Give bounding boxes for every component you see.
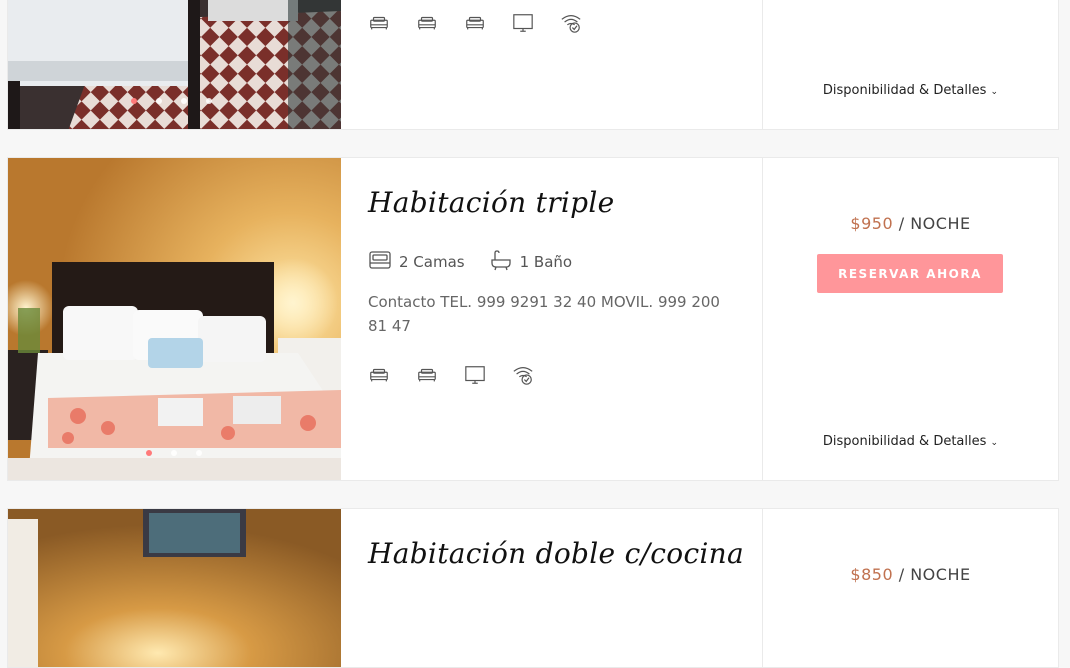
room-photo[interactable] — [8, 509, 341, 667]
room-side: Disponibilidad & Detalles ⌄ — [762, 0, 1058, 129]
bed-icon — [368, 248, 392, 276]
carousel-dot[interactable] — [181, 98, 187, 104]
bed-icon — [368, 364, 390, 390]
room-photo-image — [8, 509, 341, 667]
carousel-dot[interactable] — [146, 450, 152, 456]
room-side: $950 / NOCHE RESERVAR AHORA Disponibilid… — [762, 158, 1058, 480]
room-info — [368, 0, 762, 129]
price-unit: / NOCHE — [893, 214, 971, 233]
room-specs: 2 Camas 1 Baño — [368, 248, 572, 276]
bathtub-icon — [489, 248, 513, 276]
bed-icon — [464, 12, 486, 38]
room-photo[interactable] — [8, 158, 341, 480]
wifi-icon — [560, 12, 582, 38]
room-photo-image — [8, 158, 341, 480]
carousel-dot[interactable] — [196, 450, 202, 456]
room-photo[interactable] — [8, 0, 341, 129]
price-amount: $950 — [850, 214, 894, 233]
carousel-dot[interactable] — [131, 98, 137, 104]
bed-icon — [368, 12, 390, 38]
amenities — [368, 12, 582, 38]
carousel-dots — [146, 450, 202, 456]
room-card: Habitación triple 2 Camas 1 Baño Contact… — [7, 157, 1059, 481]
chevron-down-icon: ⌄ — [990, 438, 999, 448]
room-title[interactable]: Habitación doble c/cocina — [368, 537, 744, 570]
bed-icon — [416, 12, 438, 38]
baths-spec: 1 Baño — [489, 248, 572, 276]
chevron-down-icon: ⌄ — [990, 87, 999, 97]
room-contact: Contacto TEL. 999 9291 32 40 MOVIL. 999 … — [368, 293, 720, 335]
price-unit: / NOCHE — [893, 565, 971, 584]
baths-count: 1 Baño — [519, 253, 573, 271]
room-side: $850 / NOCHE — [762, 509, 1058, 667]
availability-details-link[interactable]: Disponibilidad & Detalles ⌄ — [763, 434, 1058, 449]
tv-icon — [464, 364, 486, 390]
room-card: Habitación doble c/cocina $850 / NOCHE — [7, 508, 1059, 668]
carousel-dots — [131, 98, 212, 104]
price-amount: $850 — [850, 565, 894, 584]
room-title[interactable]: Habitación triple — [368, 186, 615, 219]
reserve-now-button[interactable]: RESERVAR AHORA — [817, 254, 1003, 293]
beds-spec: 2 Camas — [368, 248, 465, 276]
carousel-dot[interactable] — [156, 98, 162, 104]
room-info: Habitación triple 2 Camas 1 Baño Contact… — [368, 158, 762, 480]
beds-count: 2 Camas — [399, 253, 465, 271]
tv-icon — [512, 12, 534, 38]
availability-details-link[interactable]: Disponibilidad & Detalles ⌄ — [763, 83, 1058, 98]
room-photo-image — [8, 0, 341, 129]
room-price: $950 / NOCHE — [763, 214, 1058, 233]
bed-icon — [416, 364, 438, 390]
wifi-icon — [512, 364, 534, 390]
amenities — [368, 364, 534, 390]
room-info: Habitación doble c/cocina — [368, 509, 762, 667]
room-card: Disponibilidad & Detalles ⌄ — [7, 0, 1059, 130]
carousel-dot[interactable] — [171, 450, 177, 456]
carousel-dot[interactable] — [206, 98, 212, 104]
room-price: $850 / NOCHE — [763, 565, 1058, 584]
